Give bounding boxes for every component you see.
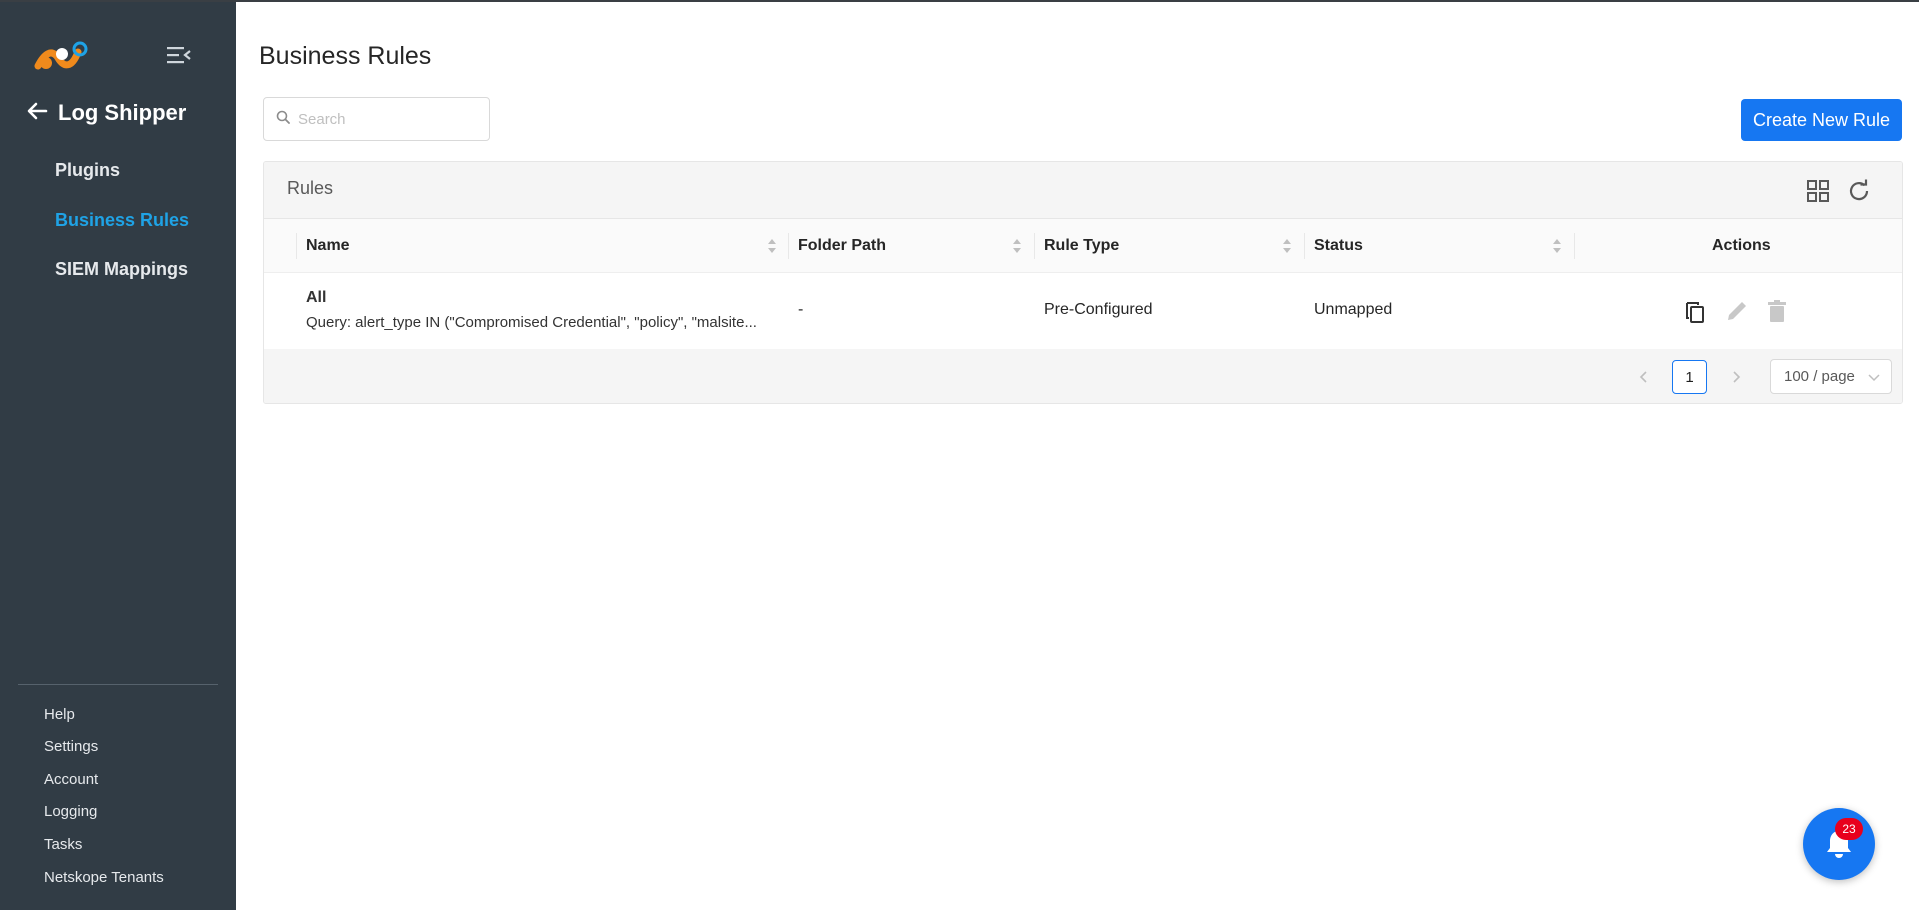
delete-icon[interactable] — [1764, 298, 1790, 324]
page-number-current[interactable]: 1 — [1672, 360, 1707, 394]
sort-rule-type-icon[interactable] — [1282, 237, 1292, 255]
search-input[interactable] — [298, 110, 478, 128]
app-title: Log Shipper — [58, 100, 187, 125]
search-box[interactable] — [263, 97, 490, 141]
column-separator — [1574, 233, 1575, 259]
column-header-name[interactable]: Name — [306, 219, 350, 273]
column-header-actions: Actions — [1712, 237, 1771, 254]
page-size-label: 100 / page — [1784, 368, 1855, 385]
rule-status: Unmapped — [1314, 301, 1393, 318]
collapse-menu-icon[interactable] — [166, 44, 192, 66]
logo — [34, 40, 90, 72]
rule-name[interactable]: All — [306, 289, 326, 307]
grid-view-icon[interactable] — [1805, 178, 1831, 204]
edit-icon[interactable] — [1724, 298, 1750, 324]
search-icon — [276, 110, 290, 129]
sidebar-item-plugins[interactable]: Plugins — [55, 160, 120, 181]
next-page-icon[interactable] — [1726, 367, 1746, 387]
copy-icon[interactable] — [1682, 298, 1708, 324]
column-header-rule-type[interactable]: Rule Type — [1044, 219, 1119, 273]
sidebar-footer-netskope-tenants[interactable]: Netskope Tenants — [44, 869, 164, 886]
notifications-button[interactable]: 23 — [1803, 808, 1875, 880]
notification-count-badge: 23 — [1835, 818, 1863, 840]
back-link[interactable]: Log Shipper — [26, 100, 186, 126]
sort-status-icon[interactable] — [1552, 237, 1562, 255]
page-size-select[interactable]: 100 / page — [1770, 359, 1892, 394]
sidebar-footer-help[interactable]: Help — [44, 706, 75, 723]
column-header-folder-path[interactable]: Folder Path — [798, 219, 886, 273]
create-new-rule-button[interactable]: Create New Rule — [1741, 99, 1902, 141]
refresh-icon[interactable] — [1846, 178, 1872, 204]
column-separator — [1034, 233, 1035, 259]
rule-type: Pre-Configured — [1044, 301, 1153, 318]
column-header-status[interactable]: Status — [1314, 219, 1363, 273]
sidebar: Log Shipper Plugins Business Rules SIEM … — [0, 0, 236, 910]
sidebar-divider — [18, 684, 218, 685]
column-separator — [1304, 233, 1305, 259]
sidebar-item-business-rules[interactable]: Business Rules — [55, 210, 189, 231]
sidebar-footer-account[interactable]: Account — [44, 771, 98, 788]
page-title: Business Rules — [259, 42, 432, 70]
pagination-bar: 1 100 / page — [264, 349, 1902, 403]
sidebar-item-siem-mappings[interactable]: SIEM Mappings — [55, 259, 188, 280]
sidebar-footer-tasks[interactable]: Tasks — [44, 836, 82, 853]
sort-folder-path-icon[interactable] — [1012, 237, 1022, 255]
chevron-down-icon — [1867, 370, 1881, 384]
table-row[interactable]: All Query: alert_type IN ("Compromised C… — [264, 273, 1902, 349]
column-separator — [296, 233, 297, 259]
rule-folder-path: - — [798, 301, 804, 318]
column-separator — [788, 233, 789, 259]
sidebar-footer-settings[interactable]: Settings — [44, 738, 98, 755]
rules-card-header: Rules — [264, 162, 1902, 219]
top-border — [0, 0, 1919, 2]
sidebar-footer-logging[interactable]: Logging — [44, 803, 97, 820]
rules-card: Rules Name Folder Path Rule Type Status … — [263, 161, 1903, 404]
previous-page-icon[interactable] — [1634, 367, 1654, 387]
sort-name-icon[interactable] — [767, 237, 777, 255]
table-header: Name Folder Path Rule Type Status Action… — [264, 219, 1902, 273]
arrow-left-icon — [26, 101, 48, 126]
rule-query: Query: alert_type IN ("Compromised Crede… — [306, 314, 757, 331]
rules-card-title: Rules — [287, 178, 334, 198]
